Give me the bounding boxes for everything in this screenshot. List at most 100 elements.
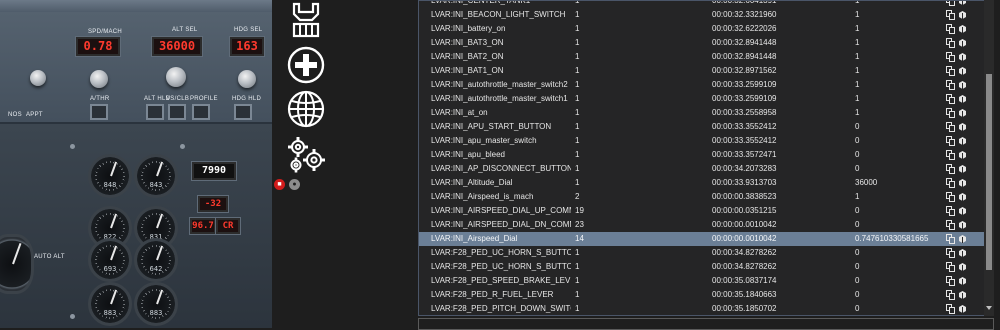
panel-knob[interactable] [30, 70, 46, 86]
copy-icon[interactable] [946, 206, 955, 216]
package-icon[interactable] [958, 290, 967, 300]
table-row[interactable]: LVAR:INI_BAT2_ON 1 00:00:32.8941448 1 [419, 50, 993, 64]
table-row[interactable]: LVAR:INI_AP_DISCONNECT_BUTTON 1 00:00:34.2… [419, 162, 993, 176]
record-icon[interactable]: ● [289, 179, 300, 190]
scroll-down-icon[interactable] [986, 306, 992, 310]
copy-icon[interactable] [946, 10, 955, 20]
lvar-name: LVAR:F28_PED_SPEED_BRAKE_LEVER [431, 276, 571, 285]
copy-icon[interactable] [946, 94, 955, 104]
copy-icon[interactable] [946, 24, 955, 34]
package-icon[interactable] [958, 136, 967, 146]
copy-icon[interactable] [946, 262, 955, 272]
lvar-name: LVAR:INI_autothrottle_master_switch2 [431, 80, 568, 89]
table-row[interactable]: LVAR:INI_BEACON_LIGHT_SWITCH 1 00:00:32.33… [419, 8, 993, 22]
copy-icon[interactable] [946, 248, 955, 258]
settings-icon[interactable] [284, 134, 328, 174]
package-icon[interactable] [958, 248, 967, 258]
table-row[interactable]: LVAR:F28_PED_UC_HORN_S_BUTTON 1 00:00:34.8… [419, 260, 993, 274]
table-scrollbar[interactable] [984, 0, 994, 316]
table-row[interactable]: LVAR:INI_at_on 1 00:00:33.2558958 1 [419, 106, 993, 120]
table-row[interactable]: LVAR:INI_CENTER_TANK1 1 00:00:32.6041391 1 [419, 1, 993, 8]
package-icon[interactable] [958, 122, 967, 132]
copy-icon[interactable] [946, 290, 955, 300]
table-row[interactable]: LVAR:INI_BAT1_ON 1 00:00:32.8971562 1 [419, 64, 993, 78]
package-icon[interactable] [958, 94, 967, 104]
package-icon[interactable] [958, 192, 967, 202]
copy-icon[interactable] [946, 192, 955, 202]
athr-button[interactable] [90, 104, 108, 120]
copy-icon[interactable] [946, 122, 955, 132]
hdg-hld-button[interactable] [234, 104, 252, 120]
stop-icon[interactable]: ■ [274, 179, 285, 190]
lvar-new-value: 1 [855, 80, 860, 89]
copy-icon[interactable] [946, 1, 955, 6]
lvar-value: 1 [575, 66, 580, 75]
lvar-name: LVAR:F28_PED_PITCH_DOWN_SWITCH [431, 304, 571, 313]
copy-icon[interactable] [946, 178, 955, 188]
package-icon[interactable] [958, 206, 967, 216]
table-row[interactable]: LVAR:INI_Airspeed_Dial 14 00:00:00.0010042… [419, 232, 993, 246]
copy-icon[interactable] [946, 80, 955, 90]
copy-icon[interactable] [946, 164, 955, 174]
autopilot-panel: SPD/MACH ALT SEL HDG SEL 0.78 36000 163 … [0, 12, 272, 124]
copy-icon[interactable] [946, 276, 955, 286]
package-icon[interactable] [958, 276, 967, 286]
profile-button[interactable] [192, 104, 210, 120]
table-row[interactable]: LVAR:F28_PED_SPEED_BRAKE_LEVER 1 00:00:35.… [419, 274, 993, 288]
table-row[interactable]: LVAR:INI_apu_master_switch 1 00:00:33.3552… [419, 134, 993, 148]
package-icon[interactable] [958, 178, 967, 188]
alt-hld-button[interactable] [146, 104, 164, 120]
table-row[interactable]: LVAR:INI_autothrottle_master_switch1 1 00:… [419, 92, 993, 106]
package-icon[interactable] [958, 80, 967, 90]
table-row[interactable]: LVAR:INI_autothrottle_master_switch2 1 00:… [419, 78, 993, 92]
lvar-new-value: 0 [855, 248, 860, 257]
filter-input[interactable] [418, 318, 994, 330]
heading-knob[interactable] [238, 70, 256, 88]
table-row[interactable]: LVAR:F28_PED_R_FUEL_LEVER 1 00:00:35.18406… [419, 288, 993, 302]
table-row[interactable]: LVAR:F28_PED_UC_HORN_S_BUTTON_I 1 00:00:34… [419, 246, 993, 260]
package-icon[interactable] [958, 38, 967, 48]
speed-knob[interactable] [90, 70, 108, 88]
package-icon[interactable] [958, 52, 967, 62]
copy-icon[interactable] [946, 108, 955, 118]
package-icon[interactable] [958, 304, 967, 314]
copy-icon[interactable] [946, 150, 955, 160]
table-row[interactable]: LVAR:F28_PED_PITCH_DOWN_SWITCH 1 00:00:35.… [419, 302, 993, 315]
package-icon[interactable] [958, 108, 967, 118]
lvar-name: LVAR:INI_Altitude_Dial [431, 178, 513, 187]
copy-icon[interactable] [946, 220, 955, 230]
table-row[interactable]: LVAR:INI_AIRSPEED_DIAL_UP_COMMA 19 00:00:0… [419, 204, 993, 218]
copy-icon[interactable] [946, 304, 955, 314]
table-row[interactable]: LVAR:INI_apu_bleed 1 00:00:33.3572471 0 [419, 148, 993, 162]
package-icon[interactable] [958, 262, 967, 272]
package-icon[interactable] [958, 234, 967, 244]
table-row[interactable]: LVAR:INI_Airspeed_is_mach 2 00:00:00.38385… [419, 190, 993, 204]
package-icon[interactable] [958, 10, 967, 20]
package-icon[interactable] [958, 24, 967, 34]
aircraft-icon[interactable] [286, 0, 326, 40]
package-icon[interactable] [958, 66, 967, 76]
table-row[interactable]: LVAR:INI_AIRSPEED_DIAL_DN_COMMA 23 00:00:0… [419, 218, 993, 232]
globe-icon[interactable] [286, 89, 326, 129]
copy-icon[interactable] [946, 136, 955, 146]
package-icon[interactable] [958, 1, 967, 6]
table-row[interactable]: LVAR:INI_battery_on 1 00:00:32.6222026 1 [419, 22, 993, 36]
package-icon[interactable] [958, 150, 967, 160]
copy-icon[interactable] [946, 52, 955, 62]
table-row[interactable]: LVAR:INI_APU_START_BUTTON 1 00:00:33.35524… [419, 120, 993, 134]
package-icon[interactable] [958, 220, 967, 230]
scroll-thumb[interactable] [986, 74, 992, 270]
lvar-value: 1 [575, 24, 580, 33]
copy-icon[interactable] [946, 234, 955, 244]
tool-sidebar: ■ ● [272, 0, 418, 328]
copy-icon[interactable] [946, 66, 955, 76]
copy-icon[interactable] [946, 38, 955, 48]
table-row[interactable]: LVAR:INI_BAT3_ON 1 00:00:32.8941448 1 [419, 36, 993, 50]
lvar-new-value: 1 [855, 38, 860, 47]
vs-clb-button[interactable] [168, 104, 186, 120]
engine-gauge-2: 843 [134, 154, 178, 198]
table-row[interactable]: LVAR:INI_Altitude_Dial 1 00:00:33.9313703 3… [419, 176, 993, 190]
package-icon[interactable] [958, 164, 967, 174]
altitude-knob[interactable] [166, 67, 186, 87]
add-icon[interactable] [286, 45, 326, 85]
